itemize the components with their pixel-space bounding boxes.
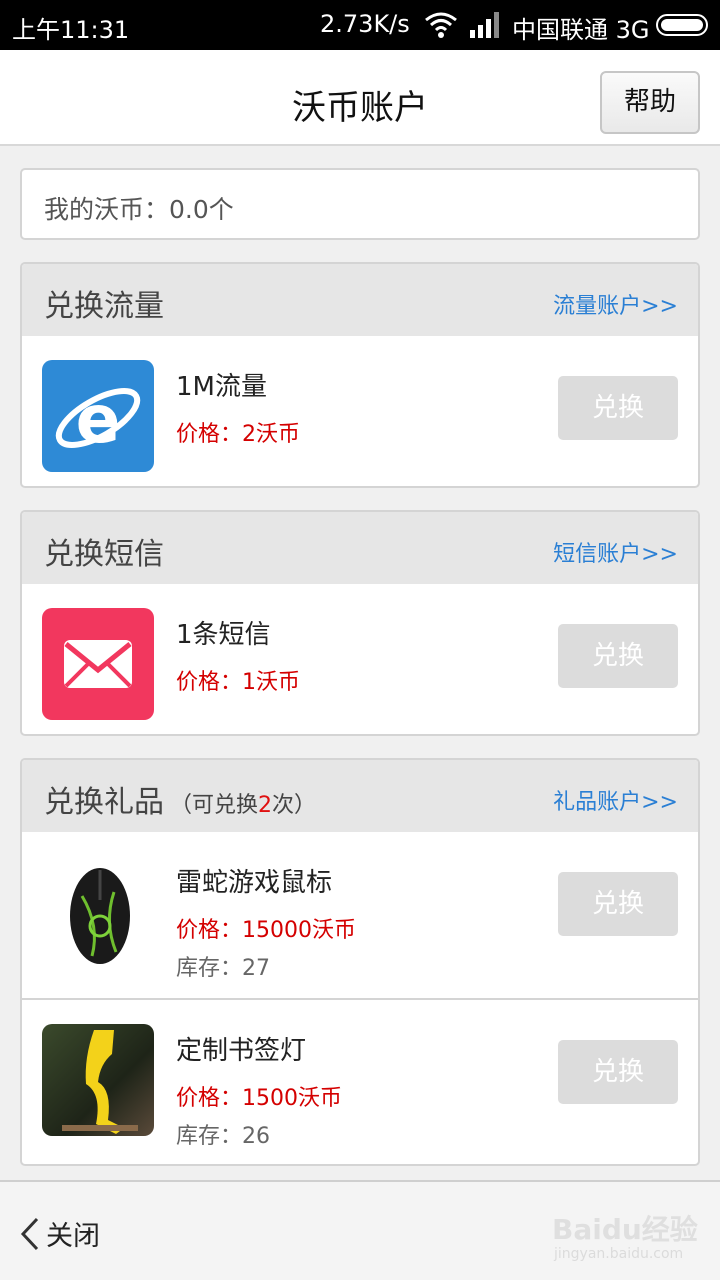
status-time: 上午11:31 — [12, 16, 130, 44]
section-title: 兑换流量 — [44, 289, 164, 324]
exchange-limit-note: （可兑换2次） — [170, 793, 317, 818]
watermark-site: jingyan.baidu.com — [554, 1246, 684, 1262]
title-bar: 沃币账户 帮助 — [0, 50, 720, 146]
traffic-account-link[interactable]: 流量账户>> — [553, 288, 678, 320]
item-name: 1M流量 — [176, 372, 267, 402]
network-speed: 2.73K/s — [320, 10, 410, 38]
section-title: 兑换礼品 （可兑换2次） — [44, 777, 316, 821]
wifi-icon — [425, 12, 457, 38]
carrier-name: 中国联通 3G — [512, 16, 650, 44]
section-header: 兑换短信 短信账户>> — [22, 512, 698, 584]
section-header: 兑换流量 流量账户>> — [22, 264, 698, 336]
bottom-bar: 关闭 Baidu经验 jingyan.baidu.com — [0, 1180, 720, 1280]
help-button[interactable]: 帮助 — [600, 71, 700, 134]
gift-account-link[interactable]: 礼品账户>> — [553, 784, 678, 816]
exchange-button[interactable]: 兑换 — [558, 376, 678, 440]
section-sms-exchange: 兑换短信 短信账户>> 1条短信 价格：1沃币 兑换 — [20, 510, 700, 736]
item-price: 价格：1沃币 — [176, 670, 300, 695]
section-traffic-exchange: 兑换流量 流量账户>> e 1M流量 价格：2沃币 兑换 — [20, 262, 700, 488]
watermark-brand: Baidu经验 — [552, 1213, 698, 1246]
item-name: 定制书签灯 — [176, 1036, 307, 1066]
list-item: 雷蛇游戏鼠标 价格：15000沃币 库存：27 兑换 — [22, 832, 698, 998]
status-bar: 上午11:31 2.73K/s 中国联通 3G — [0, 0, 720, 50]
section-title-text: 兑换礼品 — [44, 785, 164, 820]
section-header: 兑换礼品 （可兑换2次） 礼品账户>> — [22, 760, 698, 832]
close-label: 关闭 — [46, 1221, 100, 1252]
exchange-button[interactable]: 兑换 — [558, 872, 678, 936]
item-stock: 库存：26 — [176, 1124, 270, 1149]
item-price: 价格：1500沃币 — [176, 1086, 342, 1111]
section-title: 兑换短信 — [44, 537, 164, 572]
item-price: 价格：2沃币 — [176, 422, 300, 447]
bookmark-lamp-image — [42, 1024, 154, 1136]
list-item: 定制书签灯 价格：1500沃币 库存：26 兑换 — [22, 998, 698, 1164]
item-name: 1条短信 — [176, 620, 271, 650]
section-gift-exchange: 兑换礼品 （可兑换2次） 礼品账户>> 雷蛇游戏鼠标 价格：15000沃币 库存：… — [20, 758, 700, 1166]
ie-browser-icon: e — [42, 360, 154, 472]
close-button[interactable]: 关闭 — [20, 1214, 100, 1253]
gaming-mouse-image — [42, 856, 154, 968]
exchange-count: 2 — [258, 793, 273, 818]
svg-text:e: e — [76, 381, 121, 458]
sms-account-link[interactable]: 短信账户>> — [553, 536, 678, 568]
exchange-button[interactable]: 兑换 — [558, 624, 678, 688]
list-item: 1条短信 价格：1沃币 兑换 — [22, 584, 698, 734]
item-price: 价格：15000沃币 — [176, 918, 356, 943]
battery-icon — [656, 14, 708, 36]
envelope-icon — [42, 608, 154, 720]
signal-icon — [470, 12, 499, 38]
coin-balance: 我的沃币：0.0个 — [20, 168, 700, 240]
item-stock: 库存：27 — [176, 956, 270, 981]
list-item: e 1M流量 价格：2沃币 兑换 — [22, 336, 698, 486]
item-name: 雷蛇游戏鼠标 — [176, 868, 333, 898]
exchange-button[interactable]: 兑换 — [558, 1040, 678, 1104]
chevron-left-icon — [20, 1217, 39, 1250]
baidu-watermark: Baidu经验 jingyan.baidu.com — [552, 1208, 702, 1264]
